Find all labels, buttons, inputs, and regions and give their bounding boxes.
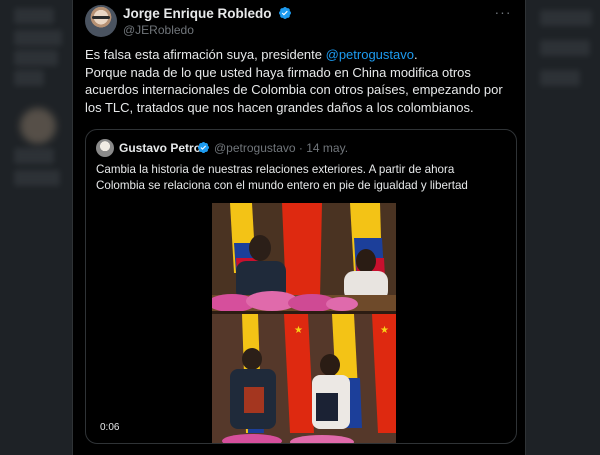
verified-badge-icon bbox=[279, 7, 292, 19]
tweet-header: Jorge Enrique Robledo @JERobledo ··· bbox=[85, 5, 513, 45]
svg-text:★: ★ bbox=[294, 325, 303, 336]
mention-link[interactable]: @petrogustavo bbox=[326, 47, 414, 62]
tweet-text-part: Es falsa esta afirmación suya, president… bbox=[85, 47, 326, 62]
author-name[interactable]: Jorge Enrique Robledo bbox=[123, 6, 292, 21]
tweet-text: Es falsa esta afirmación suya, president… bbox=[85, 46, 517, 116]
video-duration: 0:06 bbox=[96, 420, 124, 435]
more-icon[interactable]: ··· bbox=[493, 5, 513, 21]
svg-text:★: ★ bbox=[380, 325, 389, 336]
quoted-tweet[interactable]: Gustavo Petro @petrogustavo · 14 may. Ca… bbox=[85, 129, 517, 444]
author-avatar[interactable] bbox=[85, 5, 117, 37]
quoted-author-name: Gustavo Petro bbox=[119, 141, 202, 155]
video-frame: ★ ★ bbox=[212, 203, 396, 443]
quoted-tweet-text: Cambia la historia de nuestras relacione… bbox=[96, 163, 468, 192]
tweet-text-paragraph: Porque nada de lo que usted haya firmado… bbox=[85, 64, 503, 115]
quoted-author-avatar bbox=[96, 139, 114, 157]
tweet-text-part: . bbox=[413, 47, 418, 62]
verified-badge-icon bbox=[197, 141, 210, 154]
tweet-card: Jorge Enrique Robledo @JERobledo ··· Es … bbox=[72, 0, 526, 455]
video-player[interactable]: ★ ★ bbox=[212, 203, 396, 443]
quoted-handle-date: @petrogustavo · 14 may. bbox=[214, 141, 349, 155]
author-name-text[interactable]: Jorge Enrique Robledo bbox=[123, 6, 272, 21]
author-handle[interactable]: @JERobledo bbox=[123, 23, 194, 37]
